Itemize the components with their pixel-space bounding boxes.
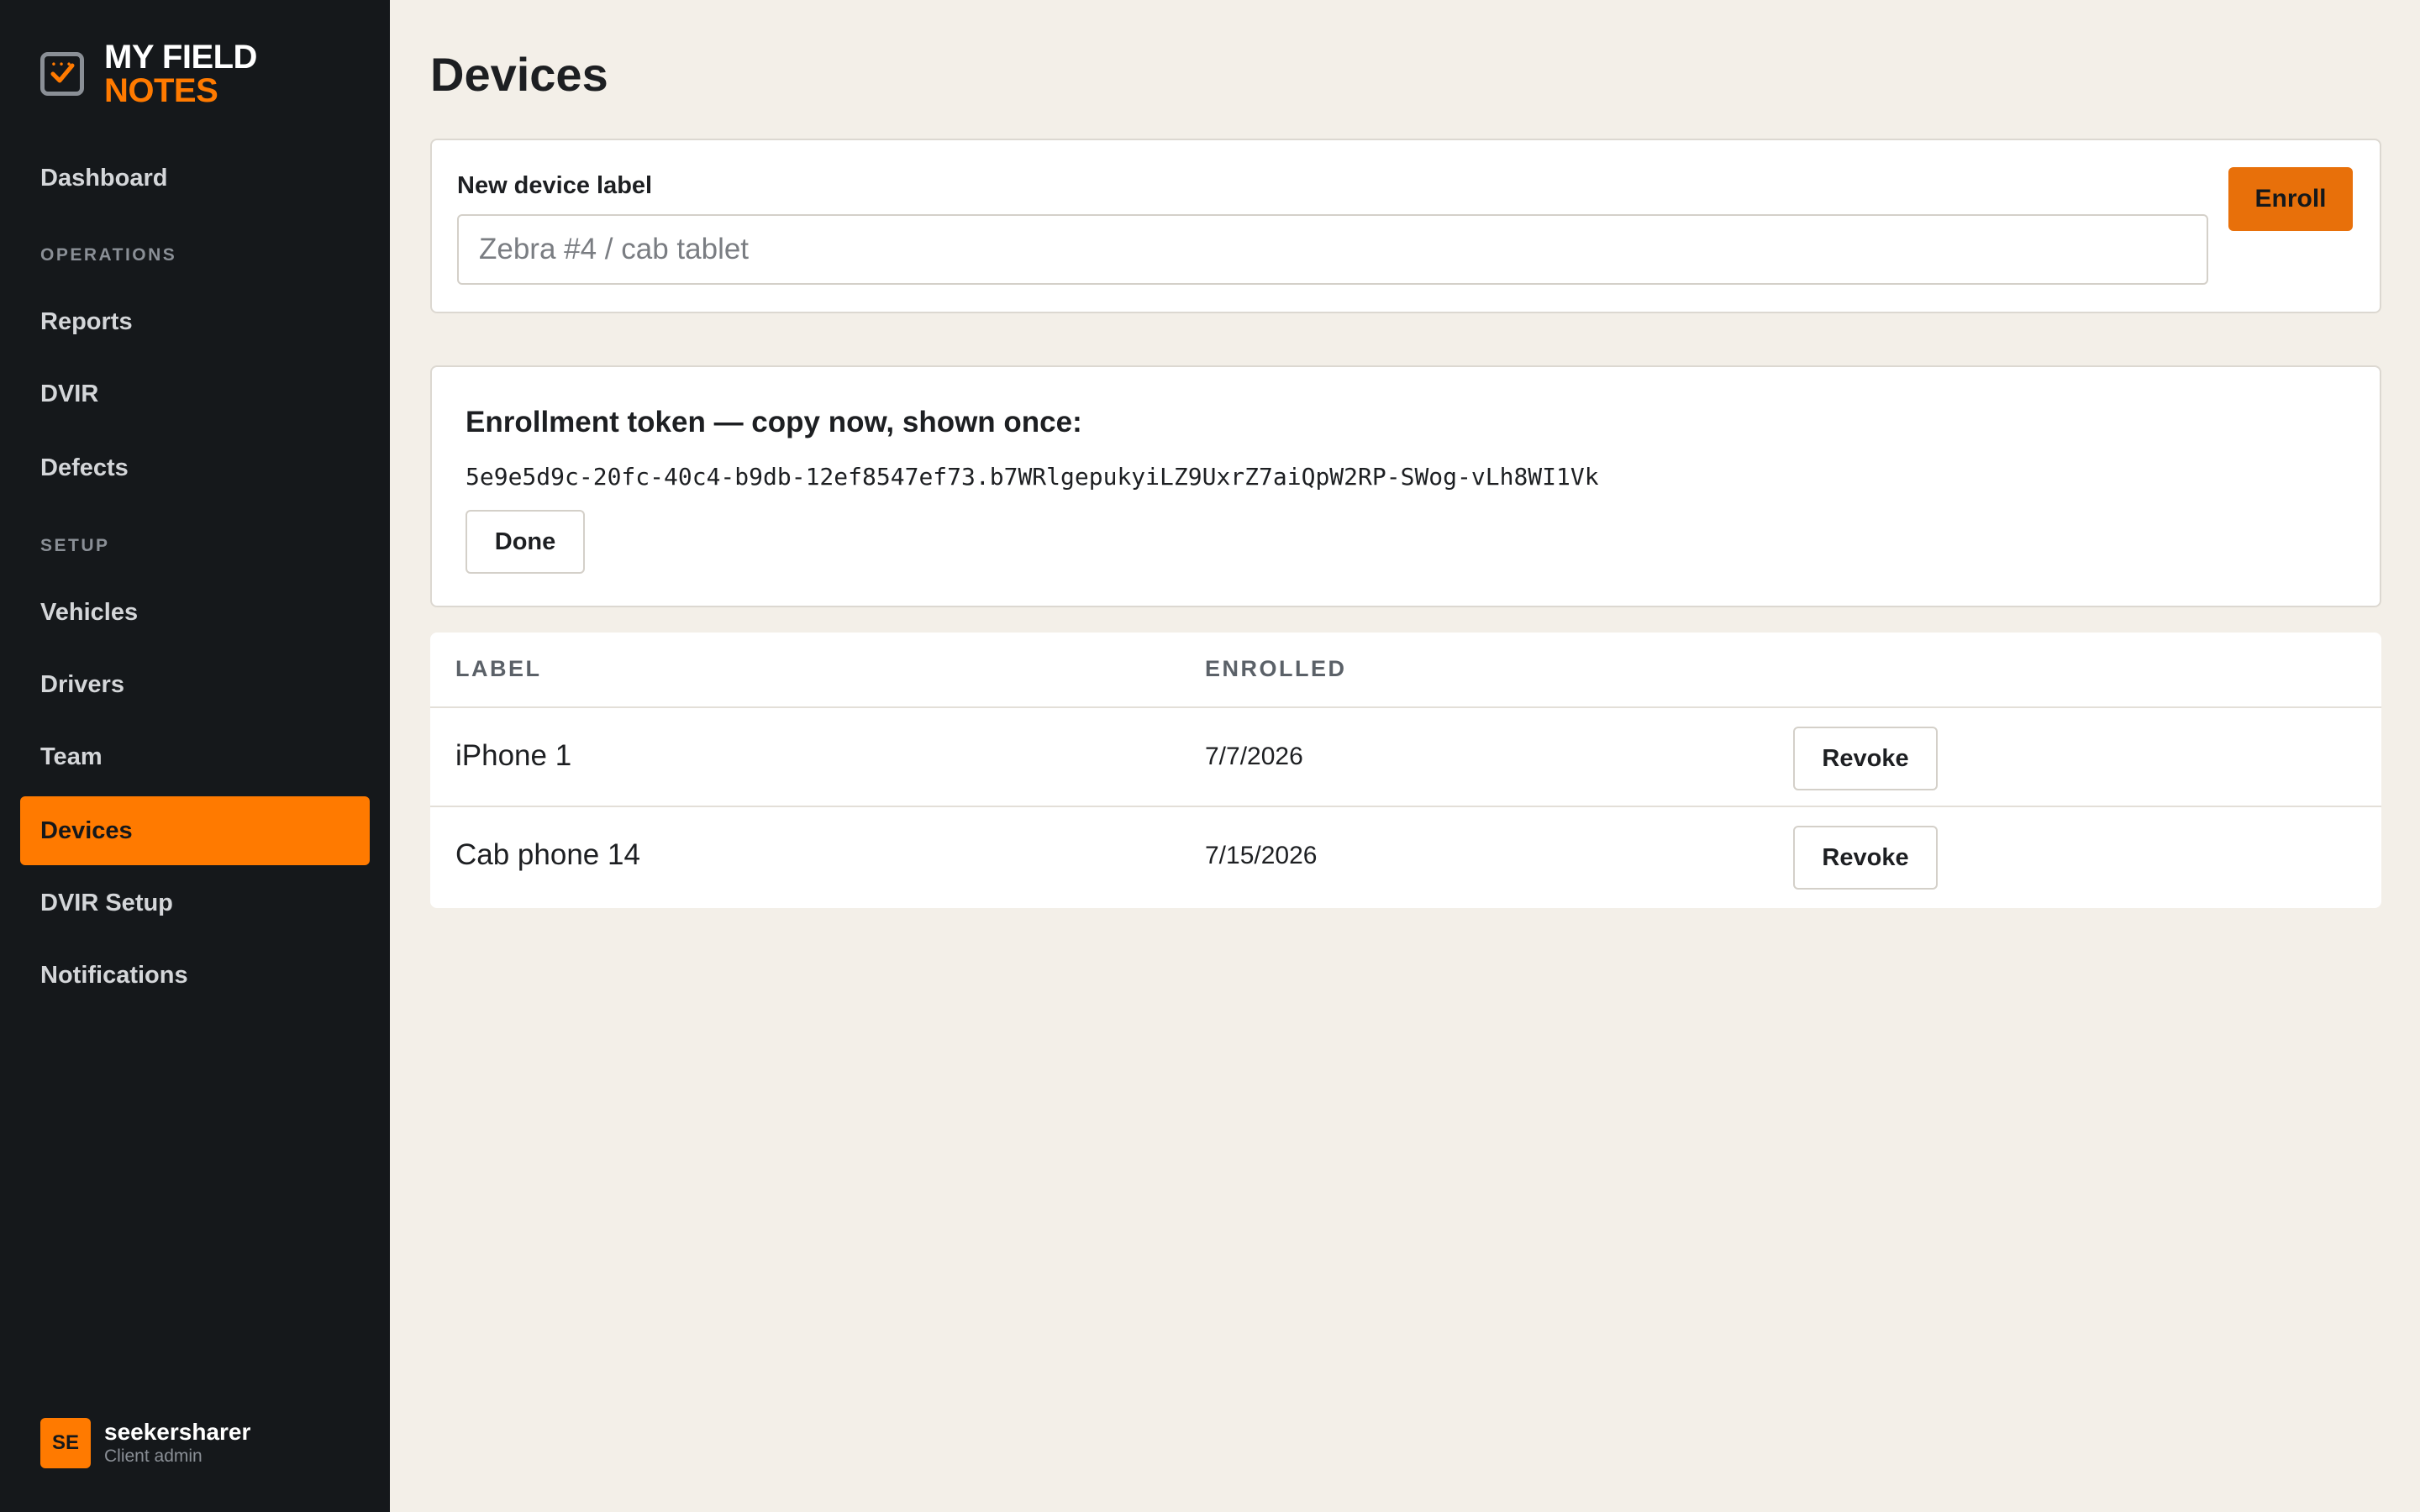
column-header-label: LABEL xyxy=(455,656,542,681)
device-label-field-label: New device label xyxy=(457,172,653,199)
sidebar-item-label: Reports xyxy=(40,307,133,335)
enrollment-token-value[interactable]: 5e9e5d9c-20fc-40c4-b9db-12ef8547ef73.b7W… xyxy=(466,463,1599,491)
sidebar-item-defects[interactable]: Defects xyxy=(20,433,370,502)
sidebar-item-label: Dashboard xyxy=(40,164,168,192)
enroll-device-card: New device label Enroll xyxy=(430,139,2381,313)
avatar: SE xyxy=(40,1418,91,1468)
revoke-button[interactable]: Revoke xyxy=(1793,727,1938,790)
device-label-cell: Cab phone 14 xyxy=(455,838,640,871)
user-name: seekersharer xyxy=(104,1419,251,1445)
sidebar-section-setup: SETUP xyxy=(40,536,110,555)
sidebar-item-label: DVIR xyxy=(40,380,99,407)
sidebar: ••• MY FIELD NOTES Dashboard OPERATIONS … xyxy=(0,0,390,1512)
done-button[interactable]: Done xyxy=(466,510,585,574)
sidebar-item-dashboard[interactable]: Dashboard xyxy=(20,144,370,213)
brand-line-2: NOTES xyxy=(104,72,218,109)
enrolled-date-cell: 7/15/2026 xyxy=(1205,842,1318,869)
device-label-input[interactable] xyxy=(457,214,2208,285)
sidebar-item-label: Devices xyxy=(40,816,133,844)
device-label-cell: iPhone 1 xyxy=(455,739,572,772)
checkbox-icon: ••• xyxy=(40,52,84,96)
sidebar-item-devices[interactable]: Devices xyxy=(20,796,370,865)
sidebar-item-label: Defects xyxy=(40,454,129,481)
page-title: Devices xyxy=(430,48,608,101)
sidebar-item-dvir-setup[interactable]: DVIR Setup xyxy=(20,869,370,937)
enrollment-token-card: Enrollment token — copy now, shown once:… xyxy=(430,365,2381,607)
token-heading: Enrollment token — copy now, shown once: xyxy=(466,406,1082,438)
sidebar-item-team[interactable]: Team xyxy=(20,722,370,791)
column-header-enrolled: ENROLLED xyxy=(1205,656,1347,681)
user-role: Client admin xyxy=(104,1446,203,1466)
revoke-button[interactable]: Revoke xyxy=(1793,826,1938,890)
brand-line-1: MY FIELD xyxy=(104,39,257,76)
brand-logo[interactable]: ••• MY FIELD NOTES xyxy=(40,40,257,108)
table-divider xyxy=(430,706,2381,708)
user-profile[interactable]: SE seekersharer Client admin xyxy=(40,1418,250,1468)
sidebar-item-dvir[interactable]: DVIR xyxy=(20,360,370,428)
sidebar-item-reports[interactable]: Reports xyxy=(20,287,370,356)
brand-wordmark: MY FIELD NOTES xyxy=(104,40,257,108)
sidebar-item-label: Drivers xyxy=(40,670,124,698)
enroll-button[interactable]: Enroll xyxy=(2228,167,2353,231)
sidebar-item-label: Vehicles xyxy=(40,598,139,626)
devices-table: LABEL ENROLLED iPhone 1 7/7/2026 Revoke … xyxy=(430,633,2381,908)
sidebar-item-label: Team xyxy=(40,743,103,770)
sidebar-item-notifications[interactable]: Notifications xyxy=(20,941,370,1010)
sidebar-item-drivers[interactable]: Drivers xyxy=(20,650,370,719)
table-divider xyxy=(430,806,2381,807)
sidebar-item-label: DVIR Setup xyxy=(40,889,173,916)
enrolled-date-cell: 7/7/2026 xyxy=(1205,743,1303,770)
sidebar-section-operations: OPERATIONS xyxy=(40,245,177,265)
sidebar-item-label: Notifications xyxy=(40,961,188,989)
sidebar-item-vehicles[interactable]: Vehicles xyxy=(20,578,370,647)
